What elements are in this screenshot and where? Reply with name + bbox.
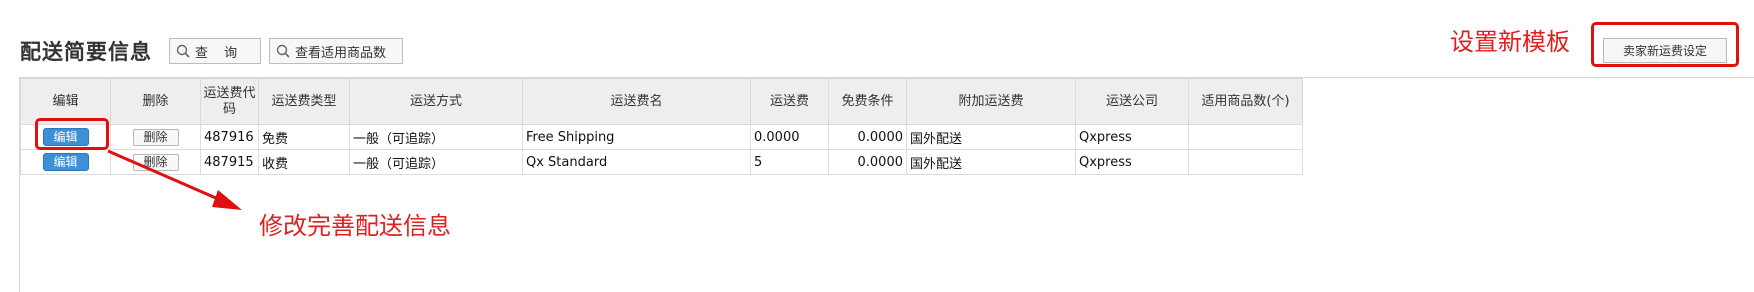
view-applicable-products-button[interactable]: 查看适用商品数 [269,38,403,64]
header-extra-fee: 附加运送费 [906,78,1076,125]
cell-method: 一般（可追踪） [349,149,523,175]
table-row: 编辑 删除 487915 收费 一般（可追踪） Qx Standard 5 0.… [20,149,1303,175]
cell-code: 487915 [200,149,259,175]
header-fee: 运送费 [750,78,829,125]
cell-product-count [1188,124,1303,150]
cell-code: 487916 [200,124,259,150]
edit-button[interactable]: 编辑 [42,153,89,171]
page-title: 配送简要信息 [20,40,152,64]
cell-fee: 5 [750,149,829,175]
annotation-edit-info: 修改完善配送信息 [259,212,451,240]
cell-free-condition: 0.0000 [828,149,907,175]
cell-extra-fee: 国外配送 [906,149,1076,175]
header-product-count: 适用商品数(个) [1188,78,1303,125]
cell-type: 免费 [258,124,350,150]
cell-type: 收费 [258,149,350,175]
header-name: 运送费名 [522,78,751,125]
cell-method: 一般（可追踪） [349,124,523,150]
highlight-box-edit [35,118,109,150]
header-carrier: 运送公司 [1075,78,1189,125]
table-row: 编辑 删除 487916 免费 一般（可追踪） Free Shipping 0.… [20,124,1303,150]
cell-fee: 0.0000 [750,124,829,150]
header-delete: 删除 [110,78,201,125]
query-button[interactable]: 查 询 [169,38,261,64]
new-shipping-template-button[interactable]: 卖家新运费设定 [1603,38,1727,63]
table-header-row: 编辑 删除 运送费代码 运送费类型 运送方式 运送费名 运送费 免费条件 附加运… [20,78,1303,125]
cell-extra-fee: 国外配送 [906,124,1076,150]
search-icon [176,44,190,58]
cell-carrier: Qxpress [1075,149,1189,175]
header-method: 运送方式 [349,78,523,125]
cell-name: Free Shipping [522,124,751,150]
cell-carrier: Qxpress [1075,124,1189,150]
cell-free-condition: 0.0000 [828,124,907,150]
annotation-new-template: 设置新模板 [1450,28,1570,56]
delete-button[interactable]: 删除 [132,128,179,146]
header-type: 运送费类型 [258,78,350,125]
query-button-label: 查 询 [195,45,244,61]
cell-product-count [1188,149,1303,175]
view-applicable-products-label: 查看适用商品数 [295,45,387,61]
delete-button[interactable]: 删除 [132,153,179,171]
header-free-condition: 免费条件 [828,78,907,125]
search-icon [276,44,290,58]
shipping-table: 编辑 删除 运送费代码 运送费类型 运送方式 运送费名 运送费 免费条件 附加运… [20,78,1303,175]
cell-name: Qx Standard [522,149,751,175]
header-code: 运送费代码 [200,78,259,125]
